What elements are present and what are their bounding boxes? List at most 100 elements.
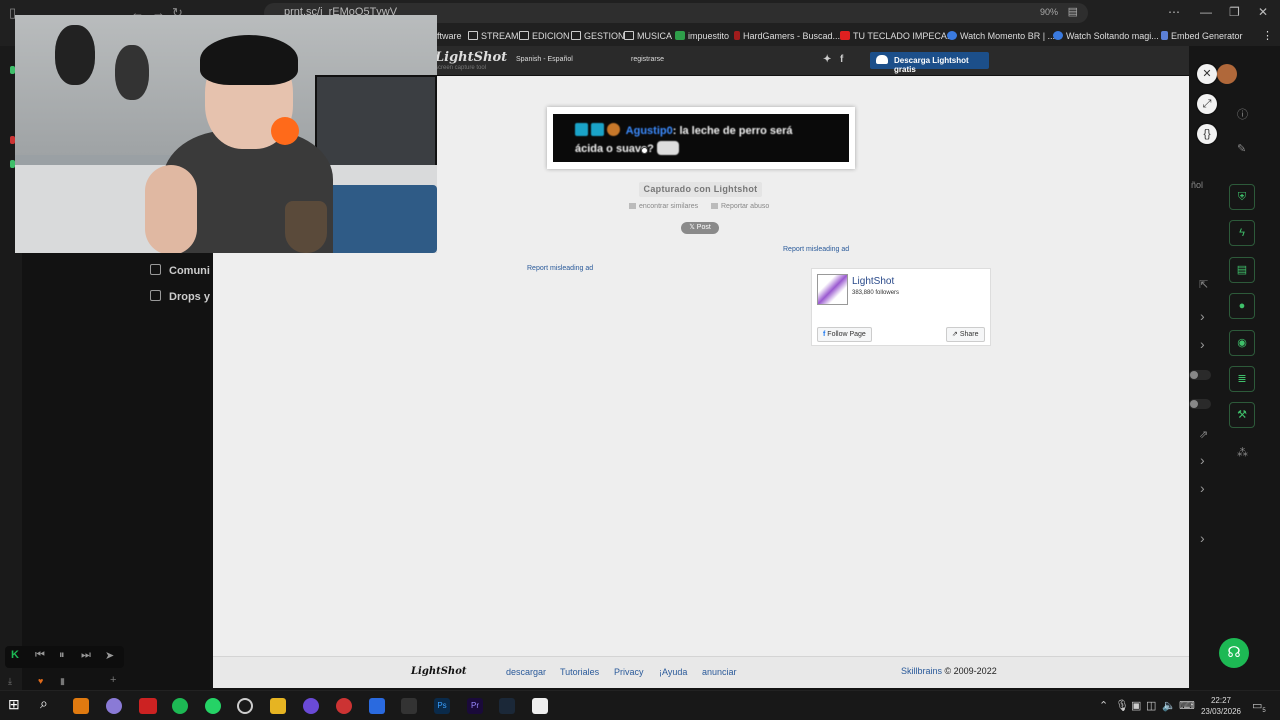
tray-overflow-icon[interactable]: ⌃ bbox=[1099, 699, 1108, 712]
chevron-right-icon[interactable]: › bbox=[1200, 480, 1205, 496]
dock-button-bolt[interactable]: ϟ bbox=[1229, 220, 1255, 246]
heart-icon[interactable]: ♥ bbox=[38, 676, 43, 686]
register-link[interactable]: registrarse bbox=[631, 56, 664, 63]
file-explorer-icon[interactable] bbox=[270, 698, 286, 714]
bookmark-folder-edicion[interactable]: EDICION bbox=[519, 31, 570, 41]
voicemeeter-icon[interactable] bbox=[139, 698, 157, 714]
chevron-right-icon[interactable]: › bbox=[1200, 336, 1205, 352]
tray-icon[interactable]: ▣ bbox=[1131, 699, 1141, 712]
chevron-right-icon[interactable]: › bbox=[1200, 530, 1205, 546]
volume-icon[interactable]: 🔈 bbox=[1162, 699, 1176, 712]
app-icon[interactable] bbox=[106, 698, 122, 714]
download-lightshot-button[interactable]: Descarga Lightshot gratis bbox=[870, 52, 989, 74]
bookmarks-overflow-icon[interactable]: ⋮ bbox=[1262, 29, 1273, 42]
network-icon[interactable]: ◫ bbox=[1146, 699, 1156, 712]
obs-icon[interactable] bbox=[237, 698, 253, 714]
dock-button-broadcast[interactable]: ◉ bbox=[1229, 330, 1255, 356]
reader-mode-icon[interactable]: ▤ bbox=[1068, 5, 1078, 18]
pause-icon[interactable]: ⏸ bbox=[59, 649, 65, 662]
facebook-page-name[interactable]: LightShot bbox=[852, 276, 894, 287]
add-icon[interactable]: + bbox=[110, 674, 116, 686]
expand-icon[interactable]: ⇱ bbox=[1199, 278, 1208, 291]
bookmark-folder-gestion[interactable]: GESTION bbox=[571, 31, 625, 41]
footer-logo[interactable]: LightShot bbox=[411, 666, 467, 677]
dock-button-shield[interactable]: ⛨ bbox=[1229, 184, 1255, 210]
system-clock[interactable]: 22:27 23/03/2026 bbox=[1196, 695, 1246, 717]
sidebar-item-comunidad[interactable]: Comuni bbox=[150, 264, 210, 277]
keyboard-icon[interactable]: ⌨ bbox=[1179, 699, 1195, 712]
toggle-switch[interactable] bbox=[1189, 399, 1211, 409]
bookmark-embed-generator[interactable]: Embed Generator bbox=[1161, 31, 1243, 41]
download-icon[interactable]: ⤓ bbox=[8, 676, 12, 687]
zoom-level[interactable]: 90% bbox=[1040, 7, 1058, 17]
dock-button-chat[interactable]: ● bbox=[1229, 293, 1255, 319]
lightshot-avatar[interactable] bbox=[817, 274, 848, 305]
lightshot-logo[interactable]: LightShot bbox=[435, 50, 507, 65]
trash-icon[interactable]: ▮ bbox=[60, 676, 65, 687]
chart-icon[interactable]: ⇗ bbox=[1199, 428, 1208, 441]
bookmark-youtube[interactable]: TU TECLADO IMPECA... bbox=[840, 31, 954, 41]
bookmark-watch-momento[interactable]: Watch Momento BR | ... bbox=[947, 31, 1055, 41]
dock-button-doc[interactable]: ▤ bbox=[1229, 257, 1255, 283]
chevron-right-icon[interactable]: › bbox=[1200, 308, 1205, 324]
pencil-icon[interactable]: ✎ bbox=[1237, 142, 1246, 155]
photoshop-icon[interactable]: Ps bbox=[434, 698, 450, 714]
facebook-icon[interactable]: f bbox=[840, 54, 843, 65]
notifications-icon[interactable]: ▭5 bbox=[1252, 699, 1266, 714]
bookmark-impuestito[interactable]: impuestito bbox=[675, 31, 729, 41]
bookmark-watch-soltando[interactable]: Watch Soltando magi... bbox=[1053, 31, 1159, 41]
user-avatar[interactable] bbox=[1217, 64, 1237, 84]
dock-button-layers[interactable]: ≣ bbox=[1229, 366, 1255, 392]
footer-link-privacy[interactable]: Privacy bbox=[614, 667, 644, 677]
search-icon[interactable]: ⌕ bbox=[40, 695, 56, 711]
close-window-icon[interactable]: ✕ bbox=[1258, 5, 1268, 19]
steam-icon[interactable] bbox=[499, 698, 515, 714]
close-modal-icon[interactable]: ✕ bbox=[1197, 64, 1217, 84]
spotify-icon[interactable] bbox=[172, 698, 188, 714]
whatsapp-icon[interactable] bbox=[205, 698, 221, 714]
sidebar-item-drops[interactable]: Drops y bbox=[150, 290, 210, 303]
footer-link-anunciar[interactable]: anunciar bbox=[702, 667, 737, 677]
screenshot-image[interactable]: Agustip0: la leche de perro será ácida o… bbox=[547, 107, 855, 169]
report-misleading-ad-link[interactable]: Report misleading ad bbox=[527, 265, 593, 272]
more-options-icon[interactable]: ⋯ bbox=[1168, 5, 1180, 19]
audio-app-icon[interactable] bbox=[401, 698, 417, 714]
skillbrains-link[interactable]: Skillbrains bbox=[901, 666, 942, 676]
firefox-icon[interactable] bbox=[73, 698, 89, 714]
start-icon[interactable]: ⊞ bbox=[8, 696, 24, 712]
app-icon[interactable] bbox=[369, 698, 385, 714]
report-misleading-ad-link[interactable]: Report misleading ad bbox=[783, 246, 849, 253]
embed-code-icon[interactable]: {} bbox=[1197, 124, 1217, 144]
fullscreen-icon[interactable]: ⤢ bbox=[1197, 94, 1217, 114]
toggle-switch[interactable] bbox=[1189, 370, 1211, 380]
footer-link-tutoriales[interactable]: Tutoriales bbox=[560, 667, 599, 677]
bookmark-item[interactable]: ftware bbox=[437, 31, 462, 41]
info-icon[interactable]: ⓘ bbox=[1237, 106, 1248, 122]
chrome-icon[interactable] bbox=[336, 698, 352, 714]
nodes-icon[interactable]: ⁂ bbox=[1237, 446, 1248, 459]
premiere-icon[interactable]: Pr bbox=[467, 698, 483, 714]
previous-icon[interactable]: ⏮ bbox=[35, 649, 45, 662]
footer-link-ayuda[interactable]: ¡Ayuda bbox=[659, 667, 687, 677]
minimize-icon[interactable]: — bbox=[1200, 5, 1212, 19]
bookmark-hardgamers[interactable]: HardGamers - Buscad... bbox=[734, 31, 840, 41]
microphone-icon[interactable]: 🎙 bbox=[1115, 699, 1129, 712]
follow-page-button[interactable]: f Follow Page bbox=[817, 327, 872, 342]
restore-icon[interactable]: ❐ bbox=[1229, 5, 1240, 19]
footer-link-descargar[interactable]: descargar bbox=[506, 667, 546, 677]
send-icon[interactable]: ➤ bbox=[105, 649, 114, 662]
bookmark-folder-musica[interactable]: MUSICA bbox=[624, 31, 672, 41]
find-similar-link[interactable]: encontrar similares bbox=[629, 203, 698, 210]
browser-icon[interactable] bbox=[303, 698, 319, 714]
x-post-button[interactable]: 𝕏 Post bbox=[681, 222, 719, 234]
language-selector[interactable]: Spanish - Español bbox=[516, 56, 573, 63]
epic-games-icon[interactable] bbox=[532, 698, 548, 714]
twitter-icon[interactable]: ✦ bbox=[823, 54, 831, 65]
bookmark-folder-stream[interactable]: STREAM bbox=[468, 31, 519, 41]
support-chat-button[interactable]: ☊ bbox=[1219, 638, 1249, 668]
dock-button-wrench[interactable]: ⚒ bbox=[1229, 402, 1255, 428]
share-button[interactable]: ⇗ Share bbox=[946, 327, 985, 342]
next-icon[interactable]: ⏭ bbox=[81, 649, 91, 662]
chevron-right-icon[interactable]: › bbox=[1200, 452, 1205, 468]
report-abuse-link[interactable]: Reportar abuso bbox=[711, 203, 769, 210]
